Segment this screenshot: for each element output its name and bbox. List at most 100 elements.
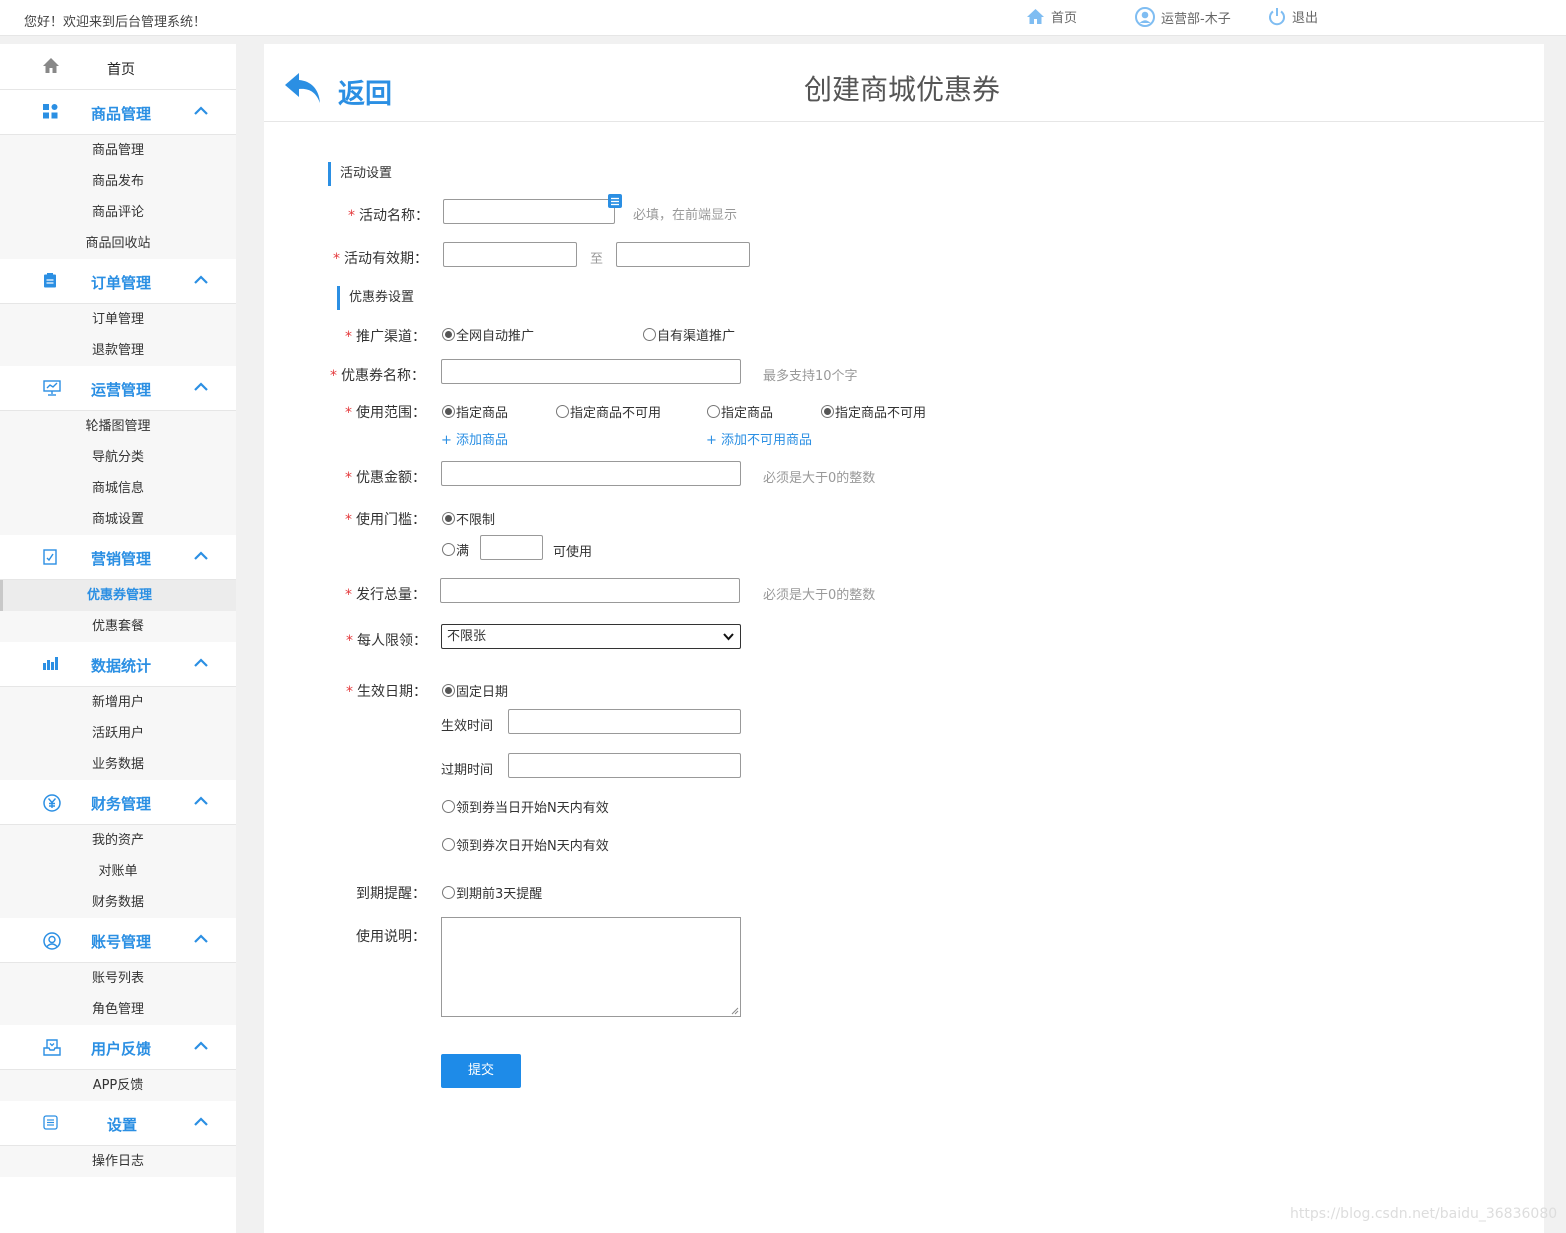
sidebar-item-goods-recycle[interactable]: 商品回收站	[0, 228, 236, 259]
sidebar-item-statement[interactable]: 对账单	[0, 856, 236, 887]
radio-label: 指定商品不可用	[835, 406, 927, 421]
effective-label: * 生效日期：	[346, 681, 427, 701]
sidebar-item-assets[interactable]: 我的资产	[0, 825, 236, 856]
sidebar-item-new-users[interactable]: 新增用户	[0, 687, 236, 718]
chevron-up-icon	[194, 934, 208, 943]
sidebar-item-shop-info[interactable]: 商城信息	[0, 473, 236, 504]
scope-specified-radio[interactable]: 指定商品	[442, 402, 508, 421]
required-mark: *	[330, 368, 337, 384]
sidebar-item-app-feedback[interactable]: APP反馈	[0, 1070, 236, 1101]
sidebar-group-marketing[interactable]: 营销管理	[0, 535, 236, 580]
total-hint: 必须是大于0的整数	[763, 588, 876, 603]
required-mark: *	[348, 208, 355, 224]
sidebar-item-role-manage[interactable]: 角色管理	[0, 994, 236, 1025]
group-label: 数据统计	[91, 657, 152, 675]
description-textarea[interactable]	[441, 917, 741, 1017]
start-time-input[interactable]	[508, 709, 741, 734]
channel-own-radio[interactable]: 自有渠道推广	[643, 325, 735, 344]
description-label: 使用说明：	[356, 929, 426, 945]
yen-icon	[43, 794, 61, 812]
sidebar-item-goods-comments[interactable]: 商品评论	[0, 197, 236, 228]
input-helper-icon	[608, 194, 622, 208]
sidebar-item-nav-category[interactable]: 导航分类	[0, 442, 236, 473]
radio-dot	[442, 328, 455, 341]
end-time-input[interactable]	[508, 753, 741, 778]
activity-name-input[interactable]	[443, 199, 615, 224]
group-label: 用户反馈	[91, 1040, 152, 1058]
scope-unavailable-radio-2[interactable]: 指定商品不可用	[821, 402, 926, 421]
sidebar-group-statistics[interactable]: 数据统计	[0, 642, 236, 687]
sidebar-group-operations[interactable]: 运营管理	[0, 366, 236, 411]
top-user-link[interactable]: 运营部-木子	[1135, 7, 1231, 27]
sidebar-item-active-users[interactable]: 活跃用户	[0, 718, 236, 749]
section-activity-title: 活动设置	[328, 162, 392, 186]
add-goods-link[interactable]: + 添加商品	[441, 429, 508, 448]
limit-select[interactable]: 不限张	[441, 624, 741, 649]
sidebar-group-settings[interactable]: 设置	[0, 1101, 236, 1146]
sidebar-item-order-manage[interactable]: 订单管理	[0, 304, 236, 335]
to-separator: 至	[590, 252, 604, 267]
total-input[interactable]	[440, 578, 740, 603]
amount-label: * 优惠金额：	[345, 467, 426, 487]
sidebar-item-shop-settings[interactable]: 商城设置	[0, 504, 236, 535]
sidebar-item-package[interactable]: 优惠套餐	[0, 611, 236, 642]
top-logout-link[interactable]: 退出	[1268, 7, 1318, 26]
submit-button[interactable]: 提交	[441, 1054, 521, 1088]
required-mark: *	[345, 470, 352, 486]
sidebar-item-refund-manage[interactable]: 退款管理	[0, 335, 236, 366]
activity-end-input[interactable]	[616, 242, 750, 267]
total-label: * 发行总量：	[345, 584, 426, 604]
sidebar-group-orders[interactable]: 订单管理	[0, 259, 236, 304]
chevron-up-icon	[194, 382, 208, 391]
label-text: 每人限领：	[357, 633, 427, 649]
required-mark: *	[346, 633, 353, 649]
sidebar-item-banner[interactable]: 轮播图管理	[0, 411, 236, 442]
required-mark: *	[345, 587, 352, 603]
threshold-amount-input[interactable]	[480, 535, 543, 560]
required-mark: *	[345, 512, 352, 528]
top-bar: 您好！欢迎来到后台管理系统！ 首页 运营部-木子 退出	[0, 0, 1566, 36]
sidebar-item-account-list[interactable]: 账号列表	[0, 963, 236, 994]
radio-dot	[442, 405, 455, 418]
coupon-name-label: * 优惠券名称：	[330, 365, 425, 385]
sidebar-group-feedback[interactable]: 用户反馈	[0, 1025, 236, 1070]
channel-label: * 推广渠道：	[345, 326, 426, 346]
coupon-name-hint: 最多支持10个字	[763, 369, 858, 384]
sidebar-item-finance-data[interactable]: 财务数据	[0, 887, 236, 918]
sidebar-group-goods[interactable]: 商品管理	[0, 90, 236, 135]
sidebar-item-goods-manage[interactable]: 商品管理	[0, 135, 236, 166]
amount-input[interactable]	[441, 461, 741, 486]
back-button[interactable]: 返回	[284, 64, 392, 111]
amount-hint: 必须是大于0的整数	[763, 471, 876, 486]
top-home-link[interactable]: 首页	[1026, 7, 1077, 26]
label-text: 活动有效期：	[344, 251, 428, 267]
sidebar-item-operation-log[interactable]: 操作日志	[0, 1146, 236, 1177]
label-text: 使用门槛：	[356, 512, 426, 528]
required-mark: *	[345, 329, 352, 345]
sidebar-item-business-data[interactable]: 业务数据	[0, 749, 236, 780]
same-day-radio[interactable]: 领到券当日开始N天内有效	[442, 797, 609, 816]
sidebar-item-goods-publish[interactable]: 商品发布	[0, 166, 236, 197]
group-label: 营销管理	[91, 550, 152, 568]
chevron-up-icon	[194, 1041, 208, 1050]
remind-radio[interactable]: 到期前3天提醒	[442, 883, 542, 902]
coupon-name-input[interactable]	[441, 359, 741, 384]
radio-label: 领到券当日开始N天内有效	[456, 801, 609, 816]
start-time-label: 生效时间	[441, 719, 494, 734]
sidebar: 首页 商品管理 商品管理 商品发布 商品评论 商品回收站 订单管理 订单管理 退…	[0, 44, 236, 1233]
scope-specified-radio-2[interactable]: 指定商品	[707, 402, 773, 421]
sidebar-group-finance[interactable]: 财务管理	[0, 780, 236, 825]
scope-unavailable-radio[interactable]: 指定商品不可用	[556, 402, 661, 421]
sidebar-item-home[interactable]: 首页	[0, 44, 236, 90]
channel-all-radio[interactable]: 全网自动推广	[442, 325, 534, 344]
section-coupon-title: 优惠券设置	[337, 286, 414, 310]
fixed-date-radio[interactable]: 固定日期	[442, 681, 508, 700]
sidebar-item-coupon-manage[interactable]: 优惠券管理	[0, 580, 236, 611]
activity-start-input[interactable]	[443, 242, 577, 267]
label-text: 优惠券名称：	[341, 368, 425, 384]
add-unavailable-goods-link[interactable]: + 添加不可用商品	[706, 429, 812, 448]
threshold-none-radio[interactable]: 不限制	[442, 509, 495, 528]
threshold-full-radio[interactable]: 满	[442, 540, 469, 559]
sidebar-group-accounts[interactable]: 账号管理	[0, 918, 236, 963]
next-day-radio[interactable]: 领到券次日开始N天内有效	[442, 835, 609, 854]
